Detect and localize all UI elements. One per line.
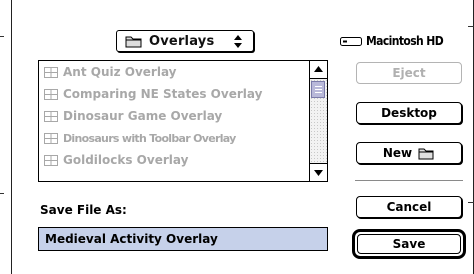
scroll-track[interactable]: [310, 79, 327, 163]
scroll-up-button[interactable]: [310, 61, 327, 79]
list-item: Goldilocks Overlay: [39, 149, 310, 171]
current-disk: Macintosh HD: [340, 34, 444, 48]
save-file-dialog: Overlays Macintosh HD Ant Quiz Overlay C…: [0, 0, 474, 274]
file-list[interactable]: Ant Quiz Overlay Comparing NE States Ove…: [38, 60, 328, 182]
divider: [355, 180, 463, 181]
vertical-scrollbar[interactable]: [309, 61, 327, 181]
new-folder-icon: [418, 148, 434, 160]
folder-popup-menu[interactable]: Overlays: [116, 30, 254, 52]
list-item: Ant Quiz Overlay: [39, 61, 310, 83]
file-name: Dinosaurs with Toolbar Overlay: [63, 131, 236, 145]
grip-line: [315, 92, 322, 93]
window-edge-mark: [0, 36, 4, 37]
grip-line: [315, 86, 322, 87]
overlay-file-icon: [44, 110, 58, 122]
scroll-down-button[interactable]: [310, 163, 327, 181]
up-arrow-icon: [314, 66, 323, 72]
down-arrow-icon: [314, 170, 323, 176]
folder-icon: [125, 36, 142, 48]
folder-popup-label: Overlays: [149, 33, 215, 49]
list-item: Dinosaur Game Overlay: [39, 105, 310, 127]
scroll-thumb[interactable]: [311, 81, 325, 98]
save-file-as-label: Save File As:: [40, 203, 127, 217]
list-item: Dinosaurs with Toolbar Overlay: [39, 127, 310, 149]
up-down-arrows-icon: [234, 35, 242, 48]
window-left-edge: [11, 0, 12, 274]
window-edge-mark: [0, 193, 4, 194]
overlay-file-icon: [44, 154, 58, 166]
file-name: Ant Quiz Overlay: [63, 65, 177, 79]
overlay-file-icon: [44, 132, 58, 144]
overlay-file-icon: [44, 88, 58, 100]
new-folder-button[interactable]: New: [356, 142, 462, 164]
disk-name: Macintosh HD: [366, 34, 444, 48]
desktop-button[interactable]: Desktop: [356, 102, 462, 124]
file-list-rows: Ant Quiz Overlay Comparing NE States Ove…: [39, 61, 310, 181]
file-name: Dinosaur Game Overlay: [63, 109, 223, 123]
window-edge-mark: [468, 26, 474, 27]
file-name-field[interactable]: [38, 227, 328, 251]
grip-line: [315, 89, 322, 90]
list-item: Comparing NE States Overlay: [39, 83, 310, 105]
eject-button[interactable]: Eject: [356, 62, 462, 84]
file-name: Goldilocks Overlay: [63, 153, 189, 167]
cancel-button[interactable]: Cancel: [356, 196, 462, 218]
file-name: Comparing NE States Overlay: [63, 87, 263, 101]
new-folder-label: New: [382, 146, 413, 160]
save-button[interactable]: Save: [357, 234, 461, 254]
overlay-file-icon: [44, 66, 58, 78]
window-edge-mark: [468, 202, 474, 203]
hard-disk-icon: [340, 36, 362, 46]
